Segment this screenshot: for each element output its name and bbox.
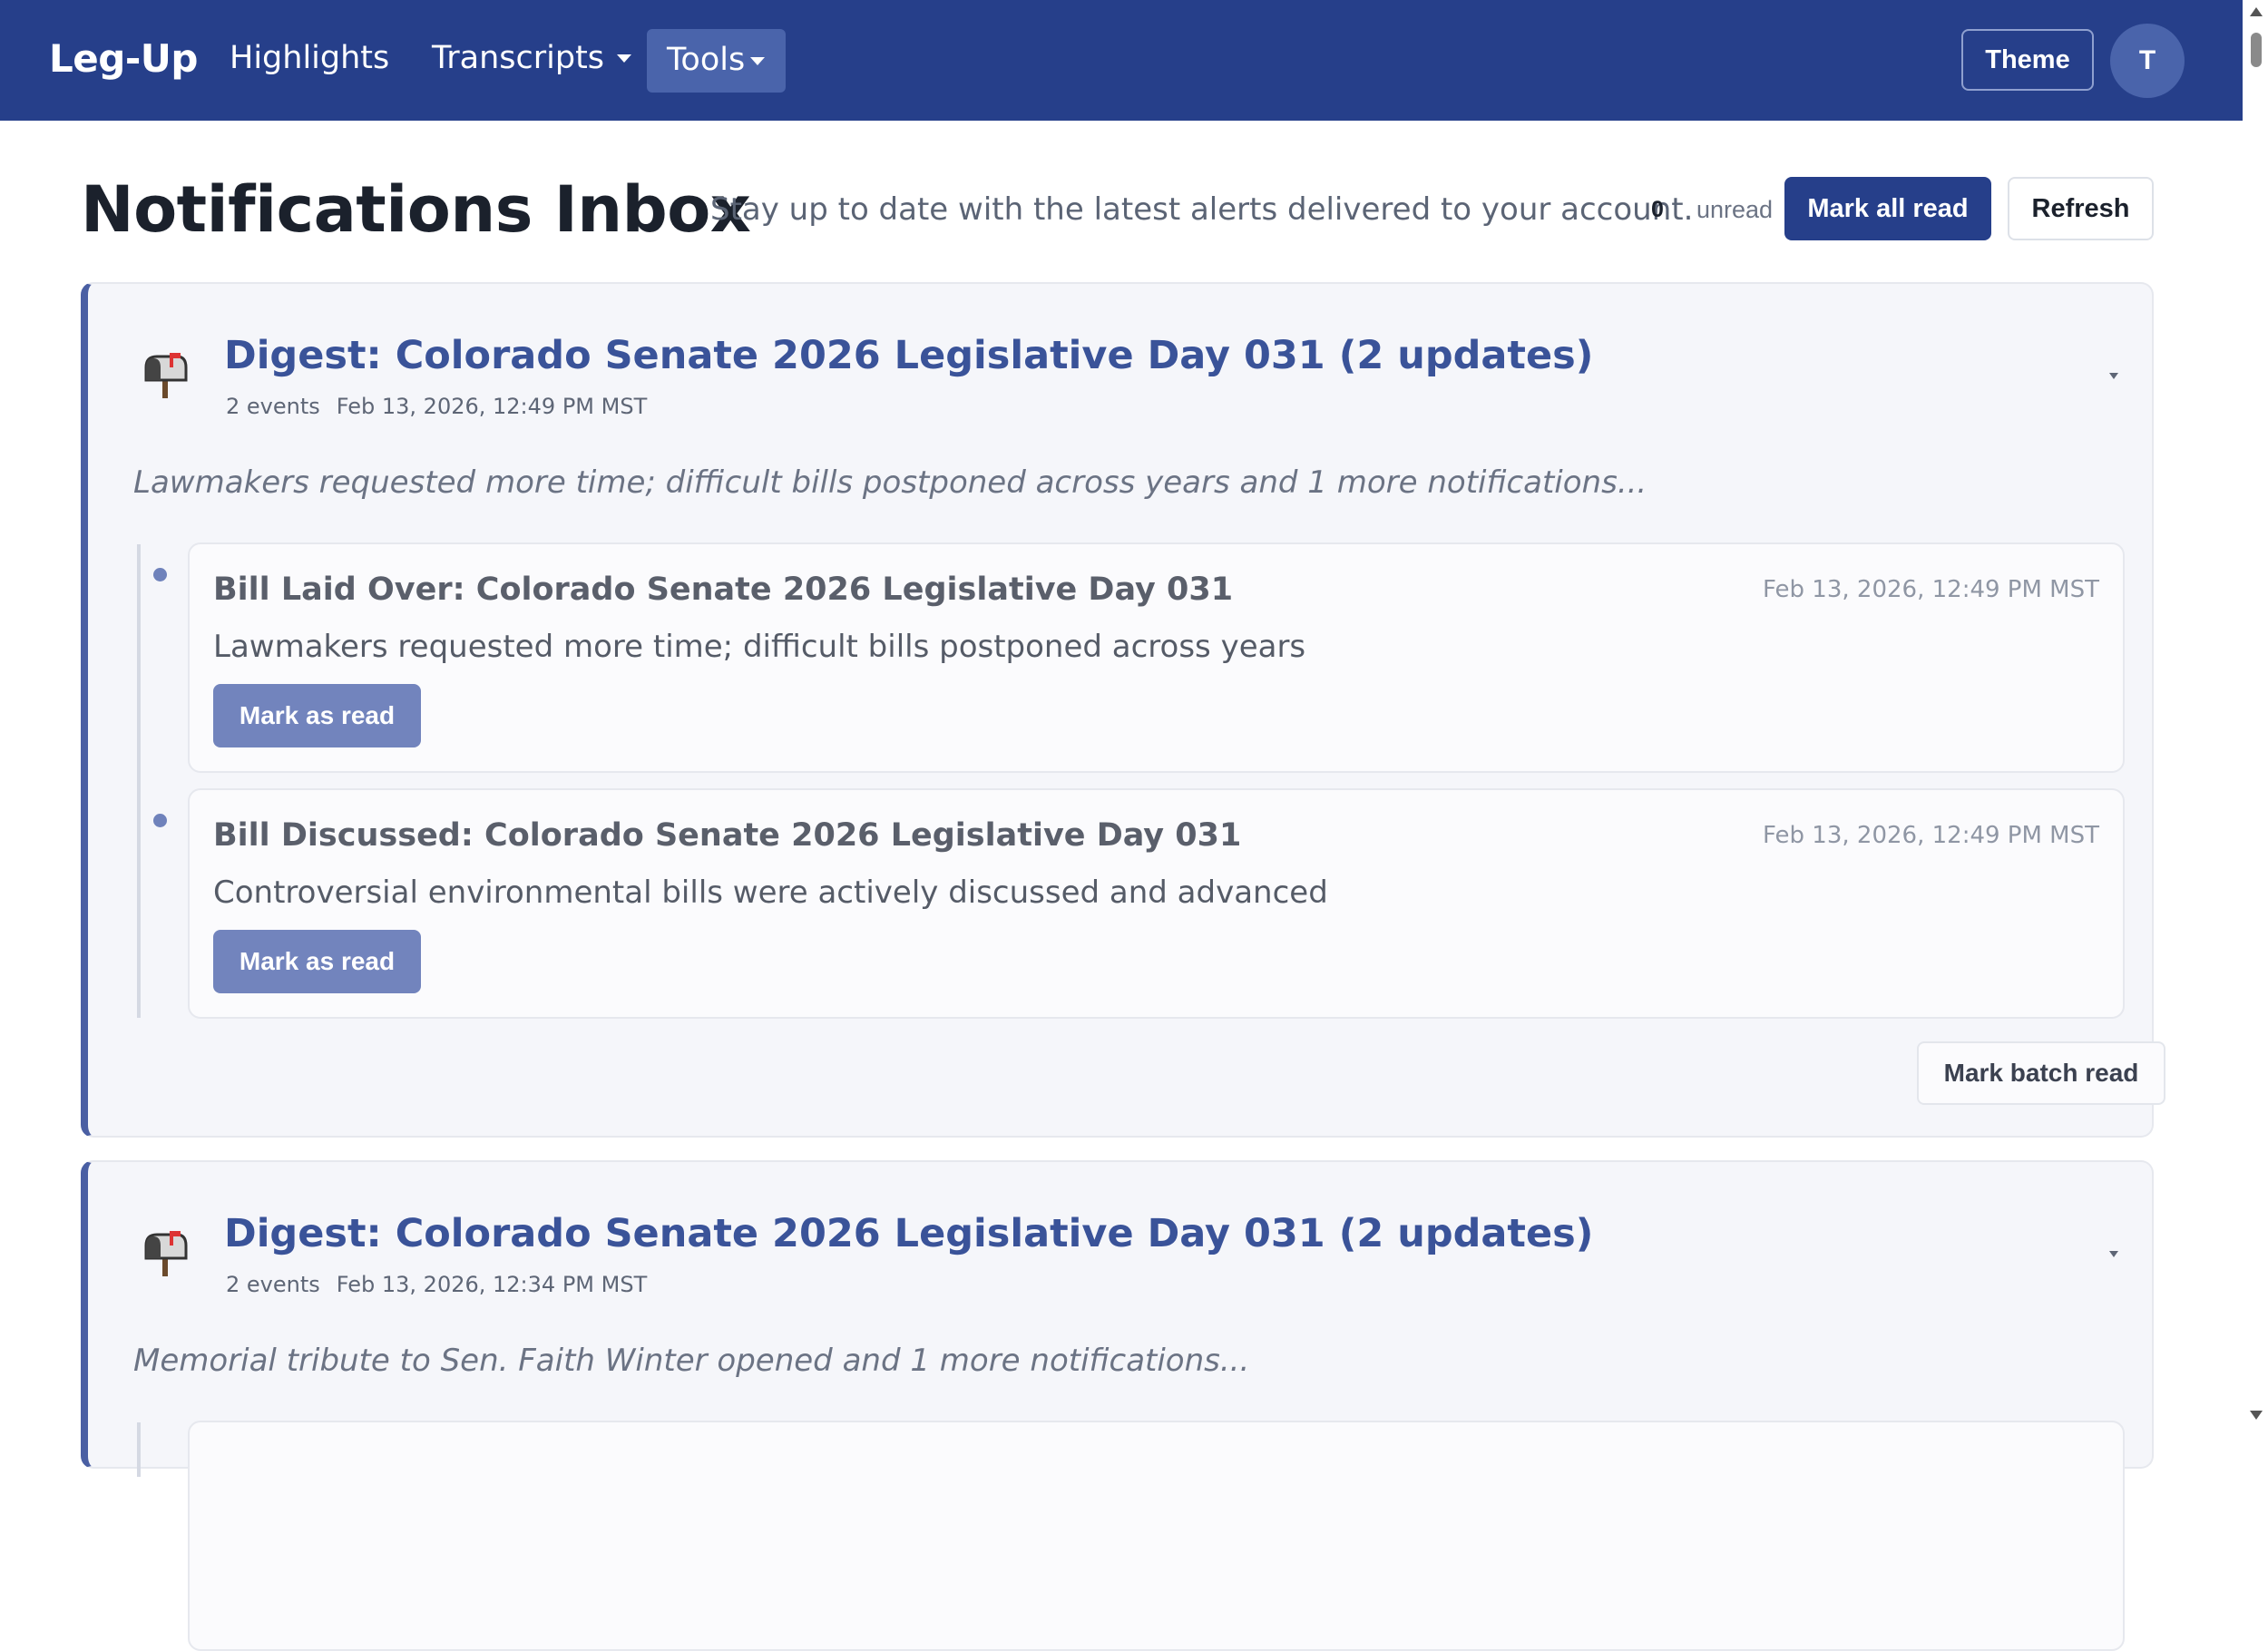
digest-meta: 2 events Feb 13, 2026, 12:34 PM MST [226,1272,647,1297]
nav-link-label: Tools [667,42,746,78]
digest-card[interactable]: Digest: Colorado Senate 2026 Legislative… [81,1160,2154,1651]
unread-dot [153,568,167,581]
notification-item[interactable]: Bill Laid Over: Colorado Senate 2026 Leg… [188,542,2125,773]
timeline-line [137,544,141,1018]
brand-logo[interactable]: Leg-Up [49,36,198,81]
theme-button[interactable]: Theme [1961,29,2094,91]
digest-summary: Lawmakers requested more time; difficult… [133,464,1647,501]
nav-link-label: Transcripts [432,40,605,76]
digest-event-count: 2 events [226,394,320,419]
nav-link-label: Highlights [230,40,390,76]
scroll-up-icon[interactable] [2250,7,2263,16]
caret-down-icon [617,54,632,63]
page-scrollbar[interactable] [2243,0,2268,1428]
unread-count: 0 [1651,197,1664,222]
scroll-thumb[interactable] [2251,33,2262,67]
collapse-toggle-icon[interactable] [2109,373,2118,379]
mark-as-read-button[interactable]: Mark as read [213,684,421,747]
nav-link-highlights[interactable]: Highlights [230,40,389,76]
mailbox-icon [144,1231,188,1276]
notification-item[interactable]: Bill Discussed: Colorado Senate 2026 Leg… [188,788,2125,1019]
notification-body: Controversial environmental bills were a… [213,874,1328,911]
notification-timestamp: Feb 13, 2026, 12:49 PM MST [1763,576,2099,603]
collapse-toggle-icon[interactable] [2109,1251,2118,1257]
page-subtitle: Stay up to date with the latest alerts d… [710,191,1694,228]
notification-title: Bill Laid Over: Colorado Senate 2026 Leg… [213,572,1234,608]
digest-timestamp: Feb 13, 2026, 12:49 PM MST [336,394,648,419]
unread-label: unread [1696,196,1774,223]
notification-timestamp: Feb 13, 2026, 12:49 PM MST [1763,822,2099,849]
notification-body: Lawmakers requested more time; difficult… [213,629,1306,665]
page-title: Notifications Inbox [81,172,751,247]
unread-dot [153,814,167,827]
digest-title[interactable]: Digest: Colorado Senate 2026 Legislative… [224,1211,1593,1256]
top-navbar: Leg-Up Highlights Transcripts Tools Them… [0,0,2243,121]
user-avatar[interactable]: T [2110,24,2185,98]
nav-dropdown-transcripts[interactable]: Transcripts [432,40,632,76]
nav-dropdown-tools[interactable]: Tools [647,29,786,93]
digest-meta: 2 events Feb 13, 2026, 12:49 PM MST [226,394,647,419]
notification-title: Bill Discussed: Colorado Senate 2026 Leg… [213,817,1242,854]
mark-as-read-button[interactable]: Mark as read [213,930,421,993]
digest-summary: Memorial tribute to Sen. Faith Winter op… [133,1343,1250,1379]
digest-card[interactable]: Digest: Colorado Senate 2026 Legislative… [81,282,2165,1138]
caret-down-icon [750,57,765,65]
digest-title[interactable]: Digest: Colorado Senate 2026 Legislative… [224,333,1593,378]
scroll-down-icon[interactable] [2250,1411,2263,1420]
refresh-button[interactable]: Refresh [2008,177,2154,240]
digest-timestamp: Feb 13, 2026, 12:34 PM MST [336,1272,648,1297]
mark-all-read-button[interactable]: Mark all read [1784,177,1991,240]
mailbox-icon [144,353,188,398]
digest-event-count: 2 events [226,1272,320,1297]
mark-batch-read-button[interactable]: Mark batch read [1917,1041,2165,1105]
timeline-line [137,1422,141,1477]
notification-item[interactable] [188,1421,2125,1651]
